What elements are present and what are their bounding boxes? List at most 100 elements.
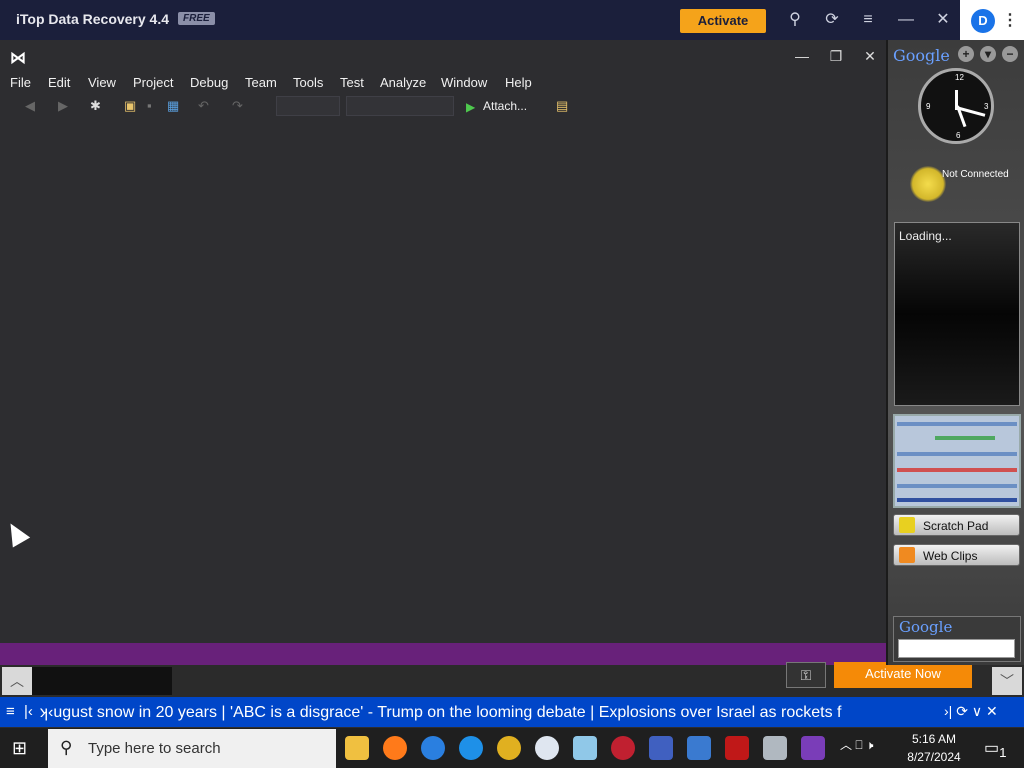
- slideshow-image-row: [897, 484, 1017, 488]
- close-icon[interactable]: ✕: [933, 10, 953, 30]
- chrome-icon[interactable]: [421, 736, 445, 760]
- menu-view[interactable]: View: [88, 75, 116, 90]
- visual-studio-window: [0, 40, 886, 643]
- notification-icon[interactable]: ▭1: [984, 738, 1007, 760]
- tray-chevron-icon[interactable]: ︿: [840, 738, 852, 752]
- clock-6: 6: [956, 131, 961, 140]
- notification-count: 1: [999, 745, 1007, 761]
- scroll-down-button[interactable]: ﹀: [992, 667, 1022, 695]
- menu-edit[interactable]: Edit: [48, 75, 70, 90]
- menu-icon[interactable]: ≡: [858, 10, 878, 30]
- menu-analyze[interactable]: Analyze: [380, 75, 426, 90]
- key-icon[interactable]: ⚲: [785, 10, 805, 30]
- feed-gadget[interactable]: [894, 222, 1020, 406]
- visual-studio-taskbar-icon[interactable]: [801, 736, 825, 760]
- scroll-up-button[interactable]: ︿: [2, 667, 32, 695]
- sidebar-collapse-icon[interactable]: −: [1002, 46, 1018, 62]
- menu-project[interactable]: Project: [133, 75, 173, 90]
- menu-debug[interactable]: Debug: [190, 75, 228, 90]
- news-ticker-text[interactable]: ʞ‹ugust snow in 20 years | 'ABC is a dis…: [40, 704, 940, 722]
- menu-file[interactable]: File: [10, 75, 31, 90]
- license-key-button[interactable]: ⚿: [786, 662, 826, 688]
- menu-team[interactable]: Team: [245, 75, 277, 90]
- slideshow-image-row: [897, 498, 1017, 502]
- google-logo[interactable]: Google: [893, 46, 950, 65]
- profile-icon[interactable]: D: [971, 9, 995, 33]
- menu-bar: File Edit View Project Debug Team Tools …: [0, 72, 886, 92]
- forward-icon[interactable]: ▶: [58, 98, 68, 114]
- google-logo-text: Google: [893, 46, 950, 65]
- network-icon[interactable]: ⎕: [855, 738, 862, 752]
- menu-test[interactable]: Test: [340, 75, 364, 90]
- slideshow-image-row: [935, 436, 995, 440]
- more-options-icon[interactable]: ⋮: [1002, 10, 1018, 30]
- app-yellow-icon[interactable]: [497, 736, 521, 760]
- system-tray: ︿ ⎕ 🕨: [840, 736, 873, 753]
- web-clips-label: Web Clips: [923, 549, 978, 563]
- back-icon[interactable]: ◀: [25, 98, 35, 114]
- ticker-collapse-icon[interactable]: ∨: [972, 703, 982, 719]
- taskbar-time[interactable]: 5:16 AM: [904, 732, 964, 746]
- weather-status: Not Connected: [942, 169, 1009, 180]
- app-blue-icon[interactable]: [573, 736, 597, 760]
- minimize-icon[interactable]: —: [896, 10, 916, 30]
- scratch-pad-label: Scratch Pad: [923, 519, 989, 533]
- menu-tools[interactable]: Tools: [293, 75, 323, 90]
- slideshow-image-row: [897, 422, 1017, 426]
- web-clips-gadget[interactable]: Web Clips: [893, 544, 1020, 566]
- app-dev-icon[interactable]: [649, 736, 673, 760]
- slideshow-image-row: [897, 468, 1017, 472]
- ticker-previous-icon[interactable]: |‹: [24, 703, 33, 720]
- feed-loading-text: Loading...: [899, 229, 952, 243]
- windows-start-icon[interactable]: ⊞: [12, 738, 34, 758]
- internet-explorer-icon[interactable]: [459, 736, 483, 760]
- free-badge: FREE: [178, 12, 215, 25]
- find-in-files-icon[interactable]: ▤: [556, 98, 568, 114]
- slideshow-gadget[interactable]: [893, 414, 1021, 508]
- clock-9: 9: [926, 102, 931, 111]
- ticker-refresh-icon[interactable]: ⟳: [956, 703, 968, 719]
- menu-help[interactable]: Help: [505, 75, 532, 90]
- search-app-icon[interactable]: [535, 736, 559, 760]
- activate-button[interactable]: Activate: [680, 9, 766, 33]
- save-all-icon[interactable]: ▦: [167, 98, 179, 114]
- ticker-menu-icon[interactable]: ≡: [6, 703, 15, 720]
- sidebar-options-icon[interactable]: ▾: [980, 46, 996, 62]
- firefox-icon[interactable]: [383, 736, 407, 760]
- search-placeholder[interactable]: Type here to search: [88, 740, 221, 757]
- app-gray-icon[interactable]: [763, 736, 787, 760]
- toolbar: ◀ ▶ ✱ ▣ ▪ ▦ ↶ ↷ ▤: [0, 96, 886, 118]
- clock-12: 12: [955, 73, 964, 82]
- solution-config-select[interactable]: [276, 96, 340, 116]
- google-search-input[interactable]: [898, 639, 1015, 658]
- open-folder-icon[interactable]: ▣: [124, 98, 136, 114]
- start-debug-icon[interactable]: ▶: [466, 100, 475, 114]
- vs-restore-icon[interactable]: ❐: [826, 48, 846, 65]
- redo-icon[interactable]: ↷: [232, 98, 243, 114]
- ticker-next-icon[interactable]: ›|: [944, 703, 952, 719]
- vs-minimize-icon[interactable]: —: [792, 48, 812, 64]
- video-recorder-icon[interactable]: [725, 736, 749, 760]
- file-explorer-icon[interactable]: [345, 736, 369, 760]
- taskbar-date[interactable]: 8/27/2024: [904, 750, 964, 764]
- google-search-logo-text: Google: [899, 618, 953, 636]
- attach-button[interactable]: Attach...: [483, 99, 527, 113]
- rss-icon: [899, 547, 915, 563]
- app-grid-icon[interactable]: [687, 736, 711, 760]
- scratch-pad-gadget[interactable]: Scratch Pad: [893, 514, 1020, 536]
- menu-window[interactable]: Window: [441, 75, 487, 90]
- add-gadget-icon[interactable]: +: [958, 46, 974, 62]
- save-icon[interactable]: ▪: [147, 98, 152, 113]
- status-bar: [0, 643, 886, 665]
- volume-muted-icon[interactable]: 🕨: [866, 738, 874, 752]
- weather-sun-icon[interactable]: [910, 166, 946, 202]
- new-project-icon[interactable]: ✱: [90, 98, 101, 114]
- platform-select[interactable]: [346, 96, 454, 116]
- ticker-controls: ›| ⟳ ∨ ✕: [944, 703, 998, 720]
- ticker-close-icon[interactable]: ✕: [986, 703, 998, 719]
- app-red-icon[interactable]: [611, 736, 635, 760]
- refresh-icon[interactable]: ⟳: [822, 10, 842, 30]
- vs-close-icon[interactable]: ✕: [860, 48, 880, 65]
- undo-icon[interactable]: ↶: [198, 98, 209, 114]
- activate-now-button[interactable]: Activate Now: [834, 662, 972, 688]
